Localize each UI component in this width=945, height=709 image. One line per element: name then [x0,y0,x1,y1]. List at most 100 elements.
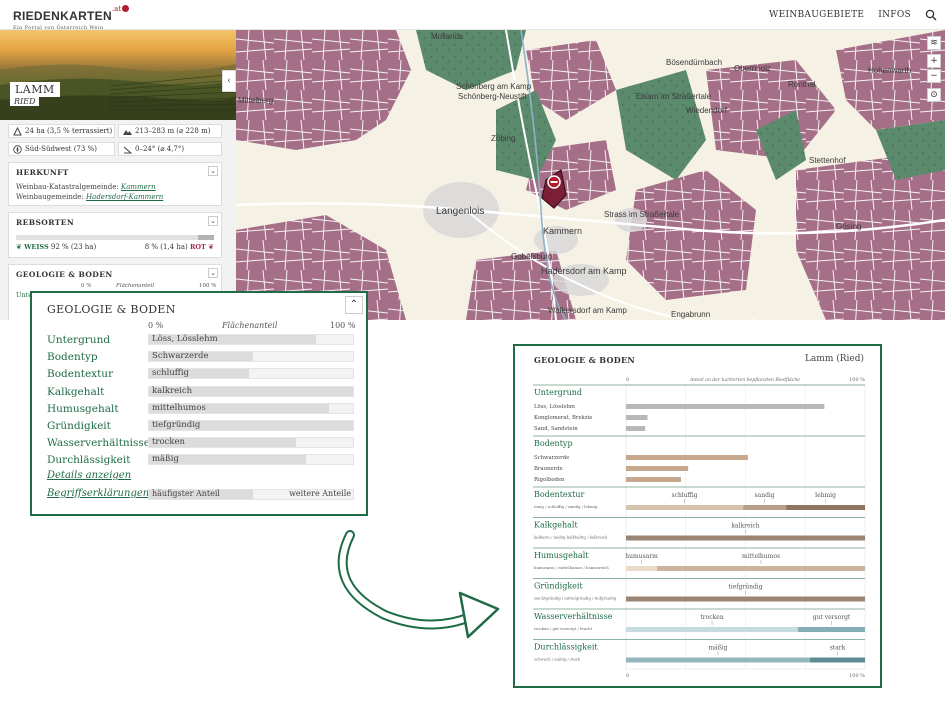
callout-row-gründigkeit: Gründigkeit tiefgründig [47,419,357,436]
callout-row-value: schluffig [152,368,189,379]
callout-row-value: mäßig [152,454,179,465]
untergrund-item-bar [626,415,648,420]
scale-durchlässigkeit-label: Durchlässigkeit [534,643,598,652]
scale-durchlässigkeit-segment [810,657,865,663]
untergrund-item-label: Konglomerat, Brekzie [534,415,592,421]
scale-gründigkeit-label: Gründigkeit [534,582,583,591]
glossary-link[interactable]: Begriffserklärungen [47,488,149,499]
map-label-schoenberg: Schönberg am Kamp [456,82,532,91]
callout-row-bar: Löss, Lösslehm [148,334,354,345]
search-icon[interactable] [925,9,937,21]
nav-weinbaugebiete[interactable]: WEINBAUGEBIETE [769,10,864,20]
details-link[interactable]: Details anzeigen [47,470,131,481]
rebsorten-card: REBSORTEN ⌄ ❦ WEISS 92 % (23 ha) 8 % (1,… [8,212,222,258]
callout-row-untergrund: Untergrund Löss, Lösslehm [47,333,357,350]
rot-label: ROT [189,243,206,251]
untergrund-item-bar [626,426,646,431]
legend-left: häufigster Anteil [152,489,220,498]
callout-row-label: Bodentextur [47,368,114,381]
callout-row-bar: mäßig [148,454,354,466]
untergrund-item-label: Sand, Sandstein [534,426,578,432]
callout-row-durchlässigkeit: Durchlässigkeit mäßig [47,453,357,470]
map-label-wiedendorf: Wiedendorf [686,106,727,115]
kataster-link[interactable]: Kammern [121,183,156,191]
nav-infos[interactable]: INFOS [878,10,911,20]
logo[interactable]: RIEDENKARTEN.at Ein Portal von Österreic… [13,5,130,31]
map-label-langenlois: Langenlois [436,206,485,217]
mountain-icon [123,130,132,135]
herkunft-toggle-chevron-down-icon[interactable]: ⌄ [208,166,218,176]
scale-humusgehalt-segment [657,566,865,571]
callout-row-label: Bodentyp [47,351,98,364]
stat-elevation: 213–283 m (⌀ 228 m) [118,124,222,138]
map-label-mollands: Mollands [431,32,464,41]
map-label-stettenhof: Stettenhof [809,156,846,165]
callout-row-value: trocken [152,437,186,448]
bodentyp-item-label: Rigolboden [534,477,565,483]
callout-row-bar: kalkreich [148,385,354,397]
legend-right: weitere Anteile [289,489,351,498]
stat-slope-value: 0–24° (⌀ 4,7°) [135,145,185,153]
geologie-toggle-chevron-down-icon[interactable]: ⌄ [208,268,218,278]
herkunft-kataster: Weinbau-Katastralgemeinde: Kammern [9,177,221,191]
top-bar: RIEDENKARTEN.at Ein Portal von Österreic… [0,0,945,31]
scale-kalkgehalt-segment-label: kalkreich [731,523,759,530]
bodentyp-label: Bodentyp [534,439,573,448]
kataster-label: Weinbau-Katastralgemeinde: [16,183,119,191]
geo-scale-0: 0 % [81,283,92,289]
geologie-detail-panel: GEOLOGIE & BODEN Lamm (Ried) 0 Anteil an … [513,344,882,688]
geo-scale-100: 100 % [199,283,217,289]
callout-collapse-chevron-up-icon[interactable]: ⌃ [345,296,363,314]
zoom-out-button[interactable]: − [927,69,941,83]
compass-icon [13,145,22,154]
hero-image: LAMM RIED [0,30,236,120]
bodentyp-item-bar [626,477,681,482]
locate-icon[interactable]: ⊙ [927,88,941,102]
scale-bodentextur-label: Bodentextur [534,490,585,499]
callout-legend-bar: häufigster Anteil weitere Anteile [148,489,354,500]
stat-area-value: 24 ha (3,5 % terrassiert) [25,127,113,135]
scale-bodentextur-segment-label: lehmig [815,492,836,499]
callout-row-value: tiefgründig [152,420,201,430]
geologie-title: GEOLOGIE & BODEN [16,270,113,279]
bodentyp-item-bar [626,455,748,460]
callout-row-bar: trocken [148,437,354,449]
panel-scale-0: 0 [626,377,629,383]
map-label-hadersdorf: Hadersdorf am Kamp [541,266,627,276]
map-label-kammern: Kammern [543,226,583,236]
scale-durchlässigkeit-caption: schwach / mäßig / stark [534,657,581,662]
map-canvas[interactable] [236,30,945,320]
gemeinde-link[interactable]: Hadersdorf-Kammern [86,193,163,201]
callout-row-label: Kalkgehalt [47,385,105,398]
zoom-in-button[interactable]: + [927,54,941,68]
scale-durchlässigkeit-segment [626,657,811,663]
map-label-boesenduernbach: Bösendürnbach [666,58,723,67]
layers-icon[interactable]: ≋ [927,36,941,50]
vineyard-landscape-image [0,64,236,120]
ried-name: LAMM [10,82,60,97]
scale-wasserverhältnisse-segment-label: trocken [700,614,723,621]
vineyard-map[interactable]: Mollands Schönberg am Kamp Schönberg-Neu… [236,30,945,320]
scale-durchlässigkeit-segment-label: stark [830,645,846,652]
herkunft-card: HERKUNFT ⌄ Weinbau-Katastralgemeinde: Ka… [8,162,222,206]
map-label-engabrunn: Engabrunn [671,310,711,319]
panel-scale-100: 100 % [849,377,865,383]
scale-humusgehalt-segment-label: humusarm [625,553,658,560]
scale-bodentextur-segment [626,505,744,510]
stat-orientation: Süd-Südwest (73 %) [8,142,115,156]
grape-white-icon: ❦ [16,243,22,251]
scale-bodentextur-caption: tonig / schluffig / sandig / lehmig [534,504,598,509]
map-label-goesing: Gösing [836,222,862,231]
scale-bodentextur-segment [743,505,787,510]
scale-wasserverhältnisse-segment [626,627,799,632]
sidebar-collapse-button[interactable]: ‹ [222,70,236,92]
map-label-mittelberg: Mittelberg [238,96,274,105]
map-label-zoebing: Zöbing [491,134,516,143]
rebsorten-rot: 8 % (1,4 ha) ROT ❦ [145,243,214,251]
scale-humusgehalt-segment-label: mittelhumos [742,553,780,560]
rebsorten-bar [16,235,214,240]
ried-marker-icon[interactable] [547,175,561,189]
callout-scale-100: 100 % [330,321,356,330]
map-label-ronthal: Ronthal [788,80,816,89]
rebsorten-toggle-chevron-down-icon[interactable]: ⌄ [208,216,218,226]
